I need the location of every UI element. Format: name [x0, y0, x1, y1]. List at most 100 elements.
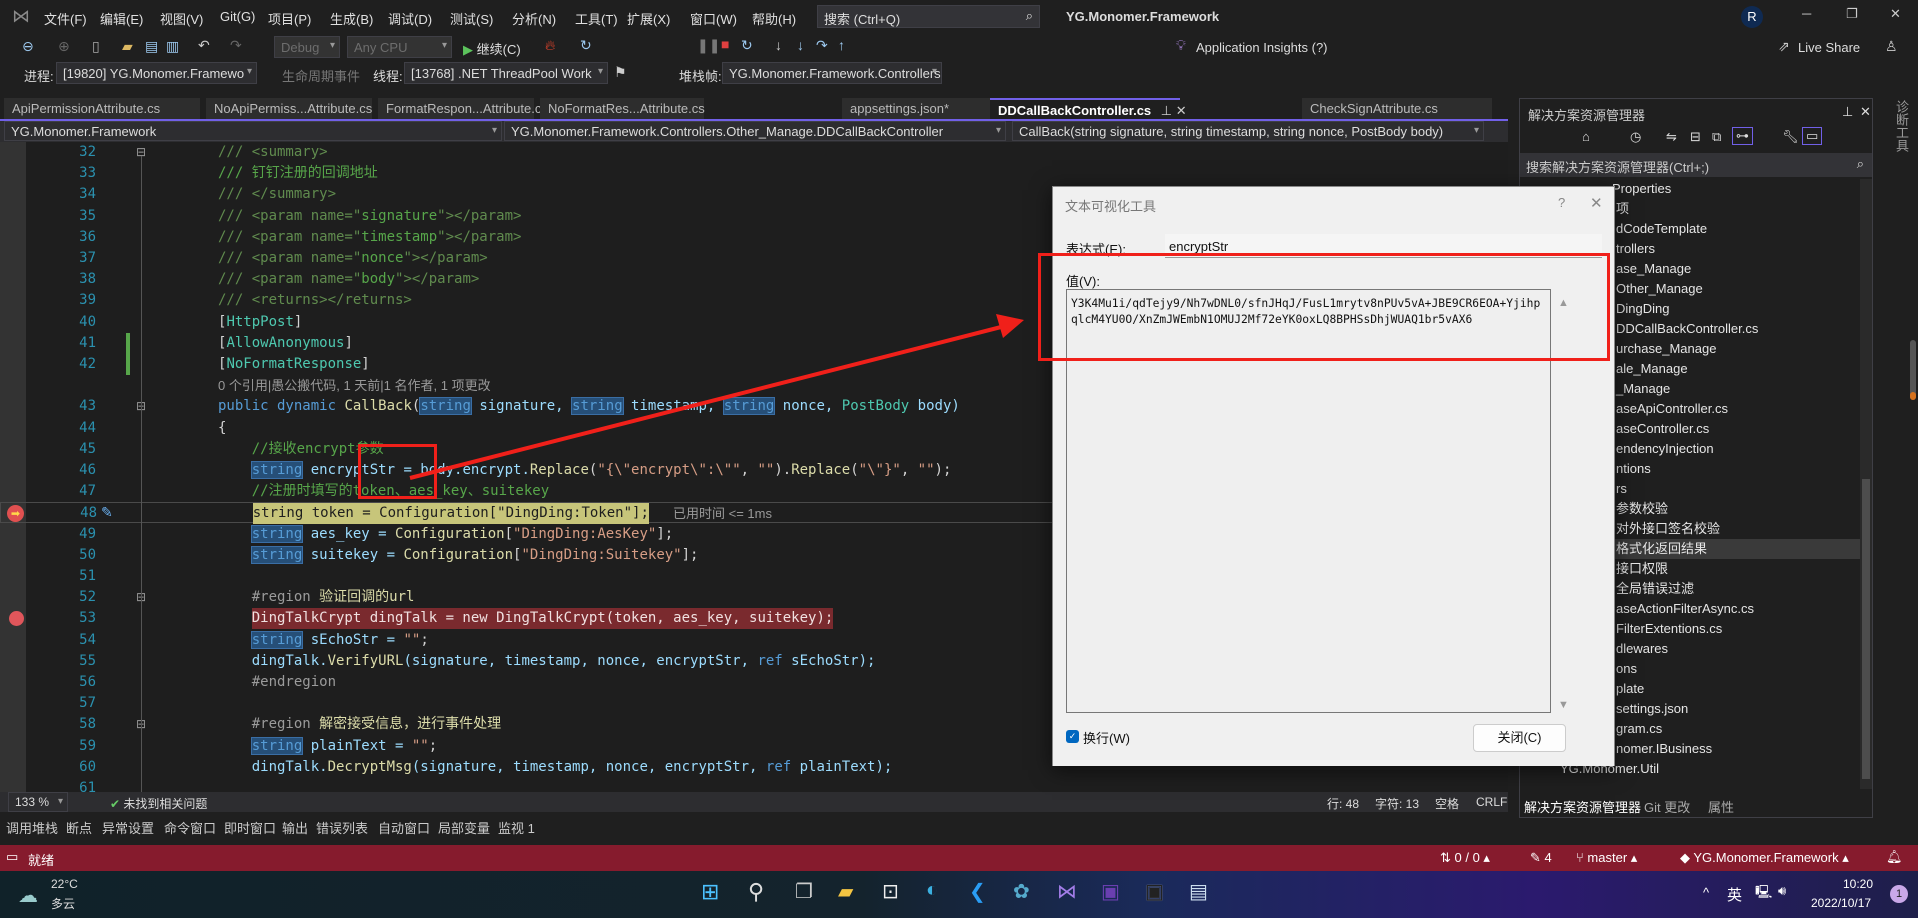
tab-6[interactable]: CheckSignAttribute.cs: [1302, 98, 1492, 120]
app-icon[interactable]: ✿: [1013, 879, 1030, 904]
feedback-icon[interactable]: ♙: [1885, 38, 1898, 55]
live-share-button[interactable]: Live Share: [1798, 40, 1860, 55]
app-window-icon[interactable]: ▤: [1189, 879, 1208, 904]
tool-tab[interactable]: 调用堆栈: [6, 818, 58, 837]
restart-debug-icon[interactable]: ↻: [741, 37, 753, 54]
menu-item[interactable]: 测试(S): [450, 9, 493, 28]
show-all-files-icon[interactable]: ⧉: [1712, 129, 1721, 145]
lifecycle-events-button[interactable]: 生命周期事件: [282, 66, 360, 85]
menu-item[interactable]: 调试(D): [388, 9, 432, 28]
repository-indicator[interactable]: ◆ YG.Monomer.Framework ▴: [1680, 850, 1849, 866]
tool-tab[interactable]: 局部变量: [438, 818, 490, 837]
scroll-up-arrow[interactable]: ▲: [1558, 297, 1569, 309]
volume-icon[interactable]: 🔊︎: [1778, 883, 1786, 899]
thread-dropdown[interactable]: [13768] .NET ThreadPool Work: [404, 62, 608, 84]
menu-item[interactable]: Git(G): [220, 9, 255, 24]
step-into-icon[interactable]: ↓: [797, 37, 804, 53]
tool-tab[interactable]: 错误列表: [316, 818, 368, 837]
run-to-cursor-icon[interactable]: ✎: [101, 503, 113, 524]
application-insights-button[interactable]: Application Insights (?): [1196, 40, 1328, 55]
menu-item[interactable]: 分析(N): [512, 9, 556, 28]
view-toggle-icon[interactable]: ⊶: [1732, 127, 1753, 145]
breakpoint-icon[interactable]: [9, 611, 24, 627]
tab-4[interactable]: appsettings.json*: [842, 98, 1002, 120]
clock-time[interactable]: 10:20: [1843, 877, 1873, 891]
weather-icon[interactable]: ☁: [18, 883, 38, 908]
wrap-checkbox[interactable]: ✓: [1066, 730, 1079, 743]
save-icon[interactable]: ▤: [145, 38, 158, 55]
menu-item[interactable]: 扩展(X): [627, 9, 670, 28]
properties-wrench-icon[interactable]: 🔧︎: [1782, 129, 1799, 145]
help-button[interactable]: ?: [1558, 195, 1565, 210]
terminal-purple-icon[interactable]: ▣: [1101, 879, 1120, 904]
step-over2-icon[interactable]: ↷: [816, 37, 828, 54]
menu-item[interactable]: 项目(P): [268, 9, 311, 28]
tree-scrollbar[interactable]: [1860, 179, 1872, 789]
stop-icon[interactable]: ■: [721, 36, 729, 52]
pin-icon[interactable]: ⊥: [1842, 104, 1853, 120]
member-dropdown[interactable]: CallBack(string signature, string timest…: [1012, 121, 1484, 141]
terminal-icon[interactable]: ▣: [1145, 879, 1164, 904]
file-explorer-icon[interactable]: ▰: [838, 879, 853, 904]
continue-button[interactable]: ▶ 继续(C): [463, 39, 521, 58]
wrap-label[interactable]: 换行(W): [1083, 728, 1130, 747]
search-taskbar-icon[interactable]: ⚲: [748, 879, 764, 905]
tool-tab[interactable]: 自动窗口: [378, 818, 430, 837]
new-project-icon[interactable]: ▯: [92, 38, 100, 55]
scrollbar-thumb[interactable]: [1862, 479, 1870, 779]
tab-0[interactable]: ApiPermissionAttribute.cs: [4, 98, 200, 120]
solution-bottom-tab[interactable]: Git 更改: [1644, 797, 1690, 816]
project-dropdown[interactable]: YG.Monomer.Framework: [4, 121, 502, 141]
whitespace-indicator[interactable]: 空格: [1435, 795, 1459, 812]
pause-icon[interactable]: ❚❚: [697, 37, 720, 54]
tab-1[interactable]: NoApiPermiss...Attribute.cs: [206, 98, 372, 120]
open-icon[interactable]: ▰: [122, 38, 133, 55]
task-view-icon[interactable]: ❐: [795, 879, 813, 904]
notification-badge[interactable]: 1: [1890, 885, 1908, 903]
history-icon[interactable]: ◷: [1630, 129, 1641, 145]
maximize-button[interactable]: ❐: [1846, 6, 1858, 22]
save-all-icon[interactable]: ▥: [166, 38, 179, 55]
issues-indicator[interactable]: ✔ 未找到相关问题: [110, 795, 207, 812]
restart-icon[interactable]: ↻: [580, 37, 592, 54]
step-out-icon[interactable]: ↑: [838, 37, 845, 53]
tool-tab[interactable]: 命令窗口: [164, 818, 216, 837]
vscode-icon[interactable]: ❮: [969, 879, 986, 904]
account-avatar[interactable]: R: [1741, 6, 1763, 28]
clock-date[interactable]: 2022/10/17: [1811, 896, 1871, 910]
search-input[interactable]: 搜索 (Ctrl+Q) ⌕: [817, 5, 1040, 28]
menu-item[interactable]: 文件(F): [44, 9, 87, 28]
menu-item[interactable]: 窗口(W): [690, 9, 737, 28]
close-panel-icon[interactable]: ✕: [1860, 104, 1871, 120]
sync-indicator[interactable]: ⇅ 0 / 0 ▴: [1440, 850, 1490, 866]
network-icon[interactable]: 🖳︎: [1755, 883, 1772, 905]
ime-indicator[interactable]: 英: [1727, 884, 1742, 905]
tab-close-icon[interactable]: ⊥ ✕: [1157, 103, 1187, 118]
visual-studio-icon[interactable]: ⋈: [1057, 879, 1077, 904]
minimize-button[interactable]: ─: [1802, 6, 1811, 21]
tray-overflow-icon[interactable]: ^: [1703, 885, 1709, 900]
close-window-button[interactable]: ✕: [1890, 6, 1901, 22]
collapse-all-icon[interactable]: ⊟: [1690, 129, 1701, 145]
flag-icon[interactable]: ⚑: [614, 64, 627, 81]
notification-bell-icon[interactable]: 🔔︎: [1886, 849, 1903, 865]
configuration-dropdown[interactable]: Debug: [274, 36, 340, 58]
menu-item[interactable]: 工具(T): [575, 9, 618, 28]
zoom-dropdown[interactable]: 133 %: [8, 792, 68, 812]
tab-3[interactable]: NoFormatRes...Attribute.cs: [540, 98, 705, 120]
close-button[interactable]: 关闭(C): [1473, 724, 1566, 752]
solution-bottom-tab[interactable]: 属性: [1708, 797, 1734, 816]
process-dropdown[interactable]: [19820] YG.Monomer.Framewo: [56, 62, 257, 84]
menu-item[interactable]: 生成(B): [330, 9, 373, 28]
hot-reload-icon[interactable]: 🔥︎: [545, 37, 555, 54]
line-ending-indicator[interactable]: CRLF: [1476, 795, 1507, 809]
tool-tab[interactable]: 断点: [66, 818, 92, 837]
value-textarea[interactable]: Y3K4Mu1i/qdTejy9/Nh7wDNL0/sfnJHqJ/FusL1m…: [1066, 289, 1551, 713]
redo-icon[interactable]: ↷: [230, 37, 242, 54]
tool-tab[interactable]: 即时窗口: [224, 818, 276, 837]
menu-item[interactable]: 视图(V): [160, 9, 203, 28]
tab-5[interactable]: DDCallBackController.cs ⊥ ✕: [990, 98, 1187, 120]
expression-field[interactable]: encryptStr: [1165, 234, 1602, 258]
scroll-down-arrow[interactable]: ▼: [1558, 699, 1569, 711]
tool-tab[interactable]: 监视 1: [498, 818, 535, 837]
